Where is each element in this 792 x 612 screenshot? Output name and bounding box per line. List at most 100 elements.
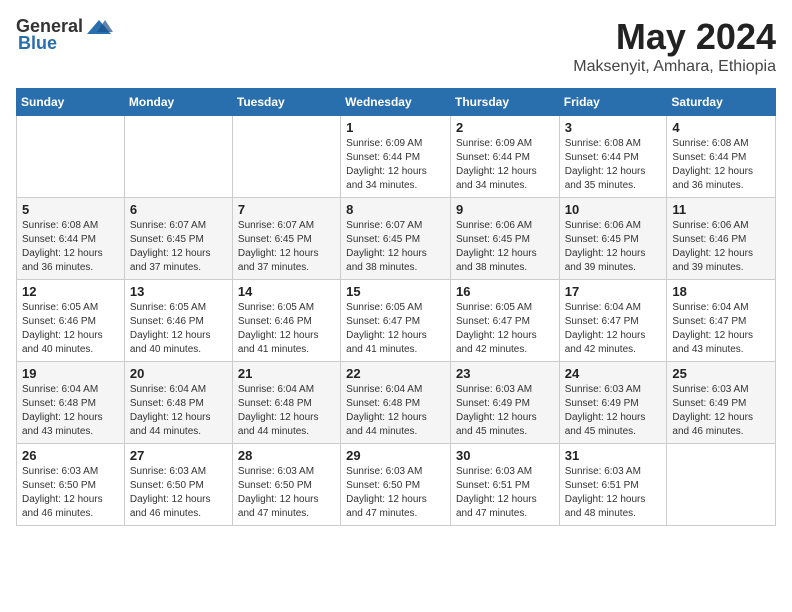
- weekday-header-friday: Friday: [559, 89, 667, 116]
- calendar-week-row: 12 Sunrise: 6:05 AM Sunset: 6:46 PM Dayli…: [17, 280, 776, 362]
- title-block: May 2024 Maksenyit, Amhara, Ethiopia: [573, 16, 776, 76]
- weekday-header-tuesday: Tuesday: [232, 89, 340, 116]
- day-number: 25: [672, 366, 770, 381]
- calendar-cell: 9 Sunrise: 6:06 AM Sunset: 6:45 PM Daylig…: [450, 198, 559, 280]
- weekday-header-thursday: Thursday: [450, 89, 559, 116]
- day-number: 30: [456, 448, 554, 463]
- cell-sun-info: Sunrise: 6:07 AM Sunset: 6:45 PM Dayligh…: [238, 219, 335, 275]
- calendar-cell: 19 Sunrise: 6:04 AM Sunset: 6:48 PM Dayli…: [17, 362, 125, 444]
- cell-sun-info: Sunrise: 6:08 AM Sunset: 6:44 PM Dayligh…: [672, 137, 770, 193]
- weekday-header-sunday: Sunday: [17, 89, 125, 116]
- calendar-cell: 15Sunrise: 6:05 AM Sunset: 6:47 PM Dayli…: [341, 280, 451, 362]
- day-number: 27: [130, 448, 227, 463]
- calendar-body: 1 Sunrise: 6:09 AM Sunset: 6:44 PM Daylig…: [17, 116, 776, 526]
- weekday-header-row: SundayMondayTuesdayWednesdayThursdayFrid…: [17, 89, 776, 116]
- calendar-cell: 27 Sunrise: 6:03 AM Sunset: 6:50 PM Dayli…: [124, 444, 232, 526]
- cell-sun-info: Sunrise: 6:03 AM Sunset: 6:51 PM Dayligh…: [456, 465, 554, 521]
- day-number: 5: [22, 202, 119, 217]
- day-number: 26: [22, 448, 119, 463]
- cell-sun-info: Sunrise: 6:03 AM Sunset: 6:51 PM Dayligh…: [565, 465, 662, 521]
- calendar-cell: 18Sunrise: 6:04 AM Sunset: 6:47 PM Dayli…: [667, 280, 776, 362]
- calendar-cell: 30 Sunrise: 6:03 AM Sunset: 6:51 PM Dayli…: [450, 444, 559, 526]
- day-number: 14: [238, 284, 335, 299]
- day-number: 23: [456, 366, 554, 381]
- cell-sun-info: Sunrise: 6:05 AM Sunset: 6:46 PM Dayligh…: [238, 301, 335, 357]
- cell-sun-info: Sunrise: 6:04 AM Sunset: 6:48 PM Dayligh…: [346, 383, 445, 439]
- page-header: General Blue May 2024 Maksenyit, Amhara,…: [16, 16, 776, 76]
- cell-sun-info: Sunrise: 6:03 AM Sunset: 6:50 PM Dayligh…: [130, 465, 227, 521]
- cell-sun-info: Sunrise: 6:08 AM Sunset: 6:44 PM Dayligh…: [565, 137, 662, 193]
- calendar-cell: 8Sunrise: 6:07 AM Sunset: 6:45 PM Daylig…: [341, 198, 451, 280]
- day-number: 20: [130, 366, 227, 381]
- cell-sun-info: Sunrise: 6:05 AM Sunset: 6:46 PM Dayligh…: [130, 301, 227, 357]
- calendar-cell: 26Sunrise: 6:03 AM Sunset: 6:50 PM Dayli…: [17, 444, 125, 526]
- calendar-cell: 21Sunrise: 6:04 AM Sunset: 6:48 PM Dayli…: [232, 362, 340, 444]
- calendar-cell: [124, 116, 232, 198]
- day-number: 10: [565, 202, 662, 217]
- calendar-cell: 17 Sunrise: 6:04 AM Sunset: 6:47 PM Dayli…: [559, 280, 667, 362]
- cell-sun-info: Sunrise: 6:07 AM Sunset: 6:45 PM Dayligh…: [346, 219, 445, 275]
- calendar-cell: 10 Sunrise: 6:06 AM Sunset: 6:45 PM Dayli…: [559, 198, 667, 280]
- calendar-cell: 6 Sunrise: 6:07 AM Sunset: 6:45 PM Daylig…: [124, 198, 232, 280]
- logo-blue-text: Blue: [18, 33, 57, 54]
- cell-sun-info: Sunrise: 6:05 AM Sunset: 6:47 PM Dayligh…: [346, 301, 445, 357]
- cell-sun-info: Sunrise: 6:04 AM Sunset: 6:48 PM Dayligh…: [130, 383, 227, 439]
- day-number: 12: [22, 284, 119, 299]
- cell-sun-info: Sunrise: 6:07 AM Sunset: 6:45 PM Dayligh…: [130, 219, 227, 275]
- calendar-table: SundayMondayTuesdayWednesdayThursdayFrid…: [16, 88, 776, 526]
- calendar-cell: 1 Sunrise: 6:09 AM Sunset: 6:44 PM Daylig…: [341, 116, 451, 198]
- calendar-cell: [17, 116, 125, 198]
- month-title: May 2024: [573, 16, 776, 58]
- day-number: 6: [130, 202, 227, 217]
- day-number: 13: [130, 284, 227, 299]
- calendar-cell: 13 Sunrise: 6:05 AM Sunset: 6:46 PM Dayli…: [124, 280, 232, 362]
- logo-icon: [85, 18, 113, 36]
- calendar-cell: 23Sunrise: 6:03 AM Sunset: 6:49 PM Dayli…: [450, 362, 559, 444]
- calendar-cell: 25 Sunrise: 6:03 AM Sunset: 6:49 PM Dayli…: [667, 362, 776, 444]
- day-number: 2: [456, 120, 554, 135]
- calendar-cell: [232, 116, 340, 198]
- cell-sun-info: Sunrise: 6:04 AM Sunset: 6:48 PM Dayligh…: [22, 383, 119, 439]
- day-number: 18: [672, 284, 770, 299]
- cell-sun-info: Sunrise: 6:06 AM Sunset: 6:45 PM Dayligh…: [456, 219, 554, 275]
- day-number: 11: [672, 202, 770, 217]
- cell-sun-info: Sunrise: 6:05 AM Sunset: 6:46 PM Dayligh…: [22, 301, 119, 357]
- day-number: 3: [565, 120, 662, 135]
- day-number: 19: [22, 366, 119, 381]
- calendar-cell: [667, 444, 776, 526]
- calendar-cell: 31 Sunrise: 6:03 AM Sunset: 6:51 PM Dayli…: [559, 444, 667, 526]
- weekday-header-monday: Monday: [124, 89, 232, 116]
- cell-sun-info: Sunrise: 6:09 AM Sunset: 6:44 PM Dayligh…: [456, 137, 554, 193]
- calendar-week-row: 5 Sunrise: 6:08 AM Sunset: 6:44 PM Daylig…: [17, 198, 776, 280]
- calendar-cell: 5 Sunrise: 6:08 AM Sunset: 6:44 PM Daylig…: [17, 198, 125, 280]
- weekday-header-saturday: Saturday: [667, 89, 776, 116]
- calendar-header: SundayMondayTuesdayWednesdayThursdayFrid…: [17, 89, 776, 116]
- day-number: 22: [346, 366, 445, 381]
- cell-sun-info: Sunrise: 6:09 AM Sunset: 6:44 PM Dayligh…: [346, 137, 445, 193]
- day-number: 9: [456, 202, 554, 217]
- cell-sun-info: Sunrise: 6:03 AM Sunset: 6:49 PM Dayligh…: [565, 383, 662, 439]
- day-number: 31: [565, 448, 662, 463]
- cell-sun-info: Sunrise: 6:05 AM Sunset: 6:47 PM Dayligh…: [456, 301, 554, 357]
- calendar-cell: 28Sunrise: 6:03 AM Sunset: 6:50 PM Dayli…: [232, 444, 340, 526]
- calendar-cell: 22 Sunrise: 6:04 AM Sunset: 6:48 PM Dayli…: [341, 362, 451, 444]
- day-number: 21: [238, 366, 335, 381]
- cell-sun-info: Sunrise: 6:06 AM Sunset: 6:45 PM Dayligh…: [565, 219, 662, 275]
- weekday-header-wednesday: Wednesday: [341, 89, 451, 116]
- cell-sun-info: Sunrise: 6:03 AM Sunset: 6:50 PM Dayligh…: [238, 465, 335, 521]
- day-number: 24: [565, 366, 662, 381]
- calendar-cell: 24 Sunrise: 6:03 AM Sunset: 6:49 PM Dayli…: [559, 362, 667, 444]
- cell-sun-info: Sunrise: 6:04 AM Sunset: 6:47 PM Dayligh…: [565, 301, 662, 357]
- cell-sun-info: Sunrise: 6:06 AM Sunset: 6:46 PM Dayligh…: [672, 219, 770, 275]
- day-number: 17: [565, 284, 662, 299]
- location-subtitle: Maksenyit, Amhara, Ethiopia: [573, 58, 776, 76]
- cell-sun-info: Sunrise: 6:08 AM Sunset: 6:44 PM Dayligh…: [22, 219, 119, 275]
- cell-sun-info: Sunrise: 6:03 AM Sunset: 6:49 PM Dayligh…: [672, 383, 770, 439]
- cell-sun-info: Sunrise: 6:03 AM Sunset: 6:50 PM Dayligh…: [346, 465, 445, 521]
- calendar-cell: 29Sunrise: 6:03 AM Sunset: 6:50 PM Dayli…: [341, 444, 451, 526]
- logo: General Blue: [16, 16, 113, 54]
- day-number: 1: [346, 120, 445, 135]
- calendar-cell: 20 Sunrise: 6:04 AM Sunset: 6:48 PM Dayli…: [124, 362, 232, 444]
- calendar-week-row: 1 Sunrise: 6:09 AM Sunset: 6:44 PM Daylig…: [17, 116, 776, 198]
- calendar-cell: 16Sunrise: 6:05 AM Sunset: 6:47 PM Dayli…: [450, 280, 559, 362]
